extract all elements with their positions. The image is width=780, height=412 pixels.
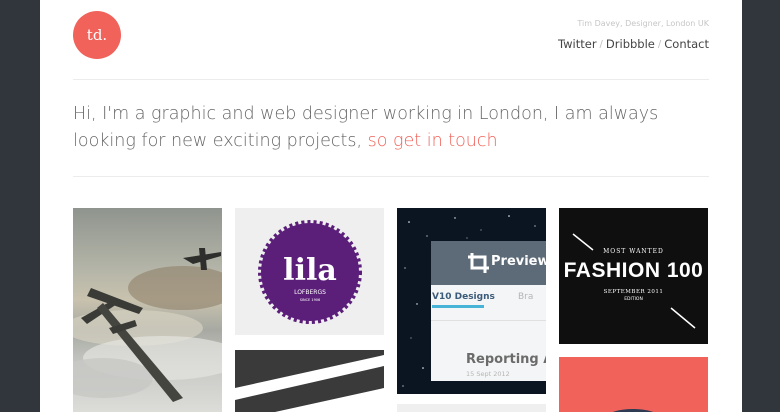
nav-separator: /	[599, 38, 603, 50]
fashion-date: SEPTEMBER 2011	[603, 289, 664, 295]
lila-badge-logo: lila LOFBERGS SINCE 1906	[257, 219, 362, 324]
preview-report-date: 15 Sept 2012	[466, 370, 510, 378]
page-container: td. Tim Davey, Designer, London UK Twitt…	[40, 0, 742, 412]
intro-text: Hi, I'm a graphic and web designer worki…	[73, 101, 693, 155]
logo-text: td.	[86, 26, 108, 44]
crop-icon	[468, 253, 489, 273]
get-in-touch-link[interactable]: so get in touch	[368, 131, 498, 151]
portfolio-tile-stripes[interactable]	[235, 350, 384, 412]
fashion-title: FASHION 100	[563, 259, 704, 282]
coral-graphic	[612, 409, 654, 412]
preview-tab-next: Bra	[518, 292, 534, 302]
portfolio-tile-spitfire[interactable]	[73, 208, 222, 412]
divider	[73, 79, 709, 80]
lila-sub: LOFBERGS	[294, 289, 326, 296]
lila-since: SINCE 1906	[299, 298, 320, 302]
nav-contact[interactable]: Contact	[664, 37, 709, 51]
byline: Tim Davey, Designer, London UK	[577, 19, 709, 28]
portfolio-tile-coral[interactable]	[559, 357, 708, 412]
divider	[73, 176, 709, 177]
lila-word: lila	[283, 253, 337, 288]
intro-body: Hi, I'm a graphic and web designer worki…	[73, 104, 659, 151]
spitfire-illustration	[73, 248, 222, 402]
preview-tab-underline	[432, 305, 484, 308]
portfolio-tile-preview[interactable]: Preview V10 Designs Bra Reporting Ap 15 …	[397, 208, 546, 394]
nav-twitter[interactable]: Twitter	[558, 37, 597, 51]
portfolio-tile-fashion[interactable]: MOST WANTED FASHION 100 SEPTEMBER 2011 E…	[559, 208, 708, 344]
fashion-edition: EDITION	[624, 297, 643, 302]
portfolio-tile-partial[interactable]	[397, 404, 546, 412]
fashion-kicker: MOST WANTED	[603, 248, 664, 255]
preview-title: Preview	[491, 254, 546, 269]
preview-divider	[431, 320, 546, 321]
top-nav: Twitter / Dribbble / Contact	[558, 37, 709, 51]
nav-dribbble[interactable]: Dribbble	[606, 37, 655, 51]
stripes-graphic	[235, 355, 384, 412]
logo[interactable]: td.	[73, 11, 121, 59]
preview-report-title: Reporting Ap	[466, 352, 546, 367]
preview-tab-active: V10 Designs	[432, 292, 495, 302]
nav-separator: /	[657, 38, 662, 50]
portfolio-tile-lila[interactable]: lila LOFBERGS SINCE 1906	[235, 208, 384, 335]
